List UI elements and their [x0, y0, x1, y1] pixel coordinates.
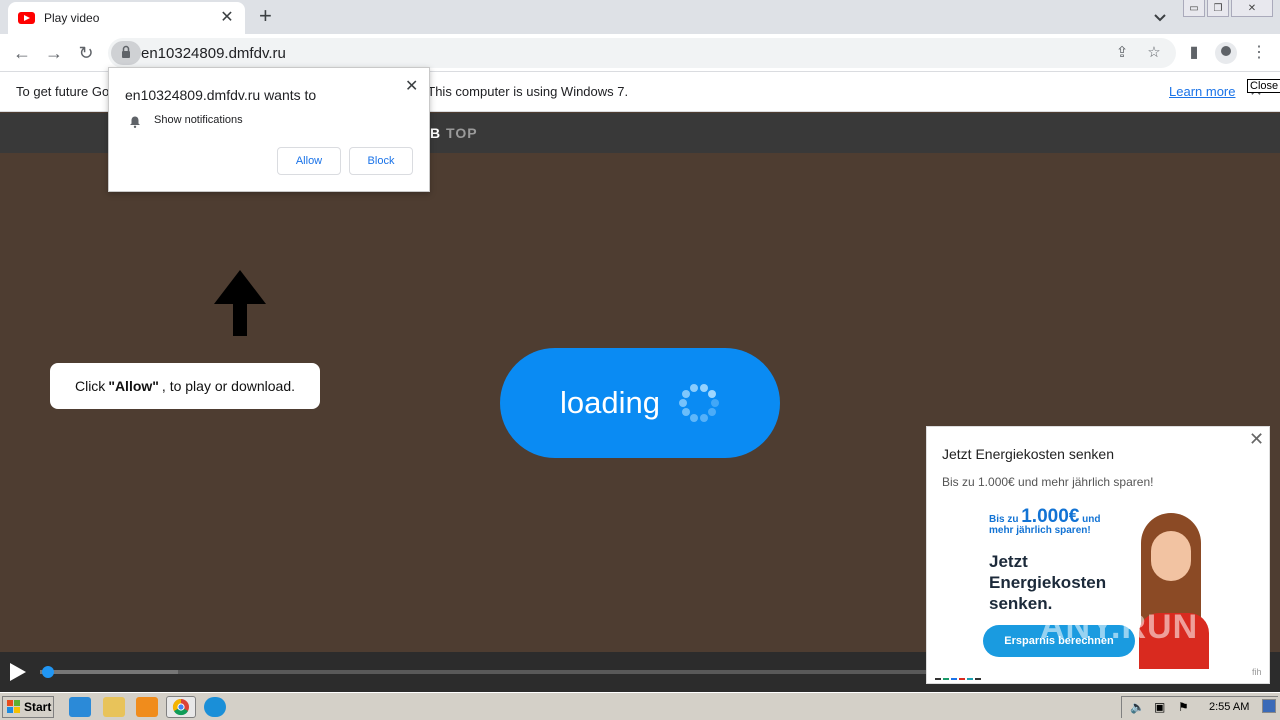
show-desktop-icon[interactable] [1262, 699, 1276, 713]
notification-permission-popup: en10324809.dmfdv.ru wants to ✕ Show noti… [108, 67, 430, 192]
anyrun-watermark: ANY.RUN [1040, 608, 1199, 646]
spinner-dot [690, 414, 699, 423]
hint-suffix: , to play or download. [161, 378, 296, 394]
loading-pill[interactable]: loading [500, 348, 780, 458]
address-bar[interactable]: en10324809.dmfdv.ru ⇪ ☆ [108, 38, 1176, 68]
spinner-dot [682, 389, 691, 398]
site-info-button[interactable] [111, 41, 141, 65]
chrome-icon [172, 698, 189, 716]
ad-close-icon[interactable]: ✕ [1249, 429, 1264, 450]
spinner-dot [678, 399, 687, 407]
edge-icon[interactable] [204, 697, 226, 717]
site-brand[interactable]: B TOP [430, 125, 478, 141]
loading-text: loading [560, 385, 660, 420]
promo-amount: 1.000€ [1021, 507, 1080, 527]
restore-icon[interactable]: ❐ [1207, 0, 1229, 17]
ad-footer: fih [1252, 667, 1262, 677]
ad-subtitle: Bis zu 1.000€ und mehr jährlich sparen! [942, 475, 1154, 489]
spinner-dot [710, 399, 719, 407]
tab-search-chevron-icon[interactable] [1152, 9, 1168, 25]
ad-dots [935, 678, 981, 680]
ad-creative[interactable]: Bis zu 1.000€ und mehr jährlich sparen! … [979, 507, 1235, 673]
reload-icon[interactable]: ↻ [76, 43, 96, 63]
spinner-icon [678, 382, 720, 424]
file-explorer-icon[interactable] [103, 697, 125, 717]
ad-promo: Bis zu 1.000€ und mehr jährlich sparen! [989, 507, 1119, 536]
share-icon[interactable]: ⇪ [1114, 45, 1130, 61]
clock[interactable]: 2:55 AM [1209, 701, 1249, 713]
spinner-dot [682, 408, 691, 417]
play-icon[interactable] [10, 663, 26, 681]
side-panel-icon[interactable]: ▮ [1184, 43, 1204, 63]
tab-strip: Play video ✕ + ▭ ❐ ✕ [0, 0, 1280, 34]
bell-icon [130, 116, 140, 128]
spinner-dot [690, 383, 699, 392]
tab-close-icon[interactable]: ✕ [219, 10, 235, 26]
permission-close-icon[interactable]: ✕ [405, 76, 418, 96]
seek-knob[interactable] [42, 666, 54, 678]
minimize-icon[interactable]: ▭ [1183, 0, 1205, 17]
close-tooltip: Close [1247, 79, 1280, 93]
window-controls: ▭ ❐ ✕ [1183, 0, 1273, 17]
tab-title: Play video [44, 11, 100, 25]
media-player-icon[interactable] [136, 697, 158, 717]
volume-icon[interactable]: 🔈 [1130, 700, 1145, 714]
learn-more-link[interactable]: Learn more [1169, 84, 1235, 99]
system-tray: 🔈 ▣ ⚑ [1121, 696, 1278, 718]
permission-item: Show notifications [154, 114, 243, 126]
ad-title: Jetzt Energiekosten senken [942, 446, 1114, 462]
internet-explorer-icon[interactable] [69, 697, 91, 717]
spinner-dot [699, 383, 708, 392]
block-button[interactable]: Block [349, 147, 413, 175]
spinner-dot [699, 414, 708, 423]
action-center-flag-icon[interactable]: ⚑ [1178, 700, 1189, 714]
spinner-dot [707, 389, 716, 398]
youtube-favicon-icon [18, 12, 35, 24]
allow-button[interactable]: Allow [277, 147, 341, 175]
allow-hint-box: Click "Allow" , to play or download. [50, 363, 320, 409]
hint-bold: "Allow" [108, 378, 159, 394]
buffered-bar [40, 670, 178, 674]
network-icon[interactable]: ▣ [1154, 700, 1165, 714]
hint-prefix: Click [74, 378, 106, 394]
start-label: Start [24, 700, 52, 714]
ad-headline: Jetzt Energiekosten senken. [989, 552, 1107, 613]
forward-icon[interactable]: → [44, 43, 64, 63]
menu-kebab-icon[interactable]: ⋮ [1249, 43, 1269, 63]
window-close-icon[interactable]: ✕ [1231, 0, 1273, 17]
seek-bar[interactable] [40, 666, 930, 678]
tab-play-video[interactable]: Play video ✕ [8, 2, 245, 34]
up-arrow-icon [214, 270, 266, 336]
lock-icon [122, 45, 130, 58]
start-button[interactable]: Start [2, 696, 54, 718]
back-icon[interactable]: ← [12, 43, 32, 63]
spinner-dot [707, 408, 716, 417]
permission-title: en10324809.dmfdv.ru wants to [125, 87, 317, 103]
promo-small: Bis zu [989, 514, 1019, 525]
windows-taskbar: Start 🔈 ▣ ⚑ 2:55 AM [0, 692, 1280, 720]
brand-bold: B [430, 125, 442, 141]
chrome-taskbar-button[interactable] [166, 696, 196, 718]
brand-light: TOP [446, 125, 478, 141]
bookmark-star-icon[interactable]: ☆ [1146, 45, 1162, 61]
windows-logo-icon [7, 700, 21, 714]
new-tab-icon[interactable]: + [259, 5, 272, 27]
profile-avatar[interactable] [1215, 42, 1237, 64]
url-text: en10324809.dmfdv.ru [141, 45, 286, 62]
